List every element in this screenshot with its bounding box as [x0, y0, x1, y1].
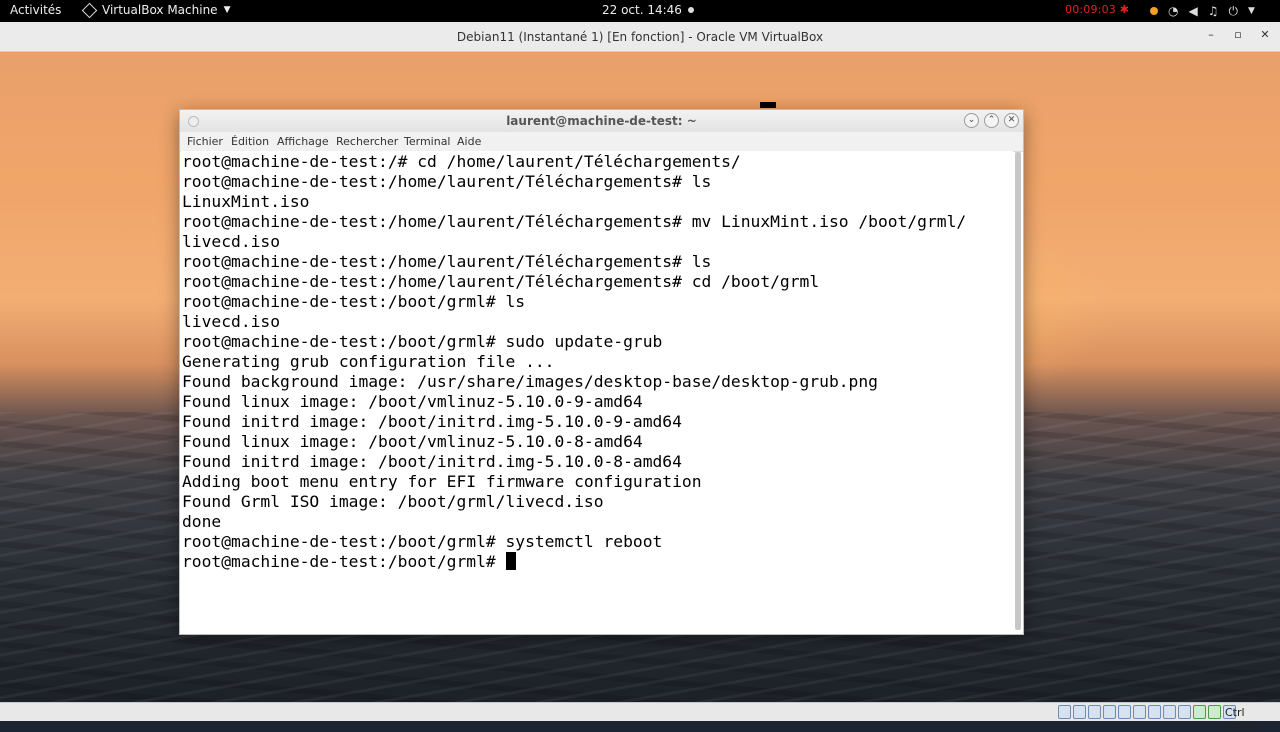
- terminal-line: root@machine-de-test:/home/laurent/Téléc…: [182, 172, 712, 191]
- close-button[interactable]: ✕: [1258, 28, 1272, 41]
- power-icon: ⏻: [1228, 4, 1238, 18]
- window-title: Debian11 (Instantané 1) [En fonction] - …: [456, 30, 824, 44]
- terminal-line: livecd.iso: [182, 312, 281, 331]
- terminal-title: laurent@machine-de-test: ~: [506, 114, 697, 128]
- terminal-titlebar[interactable]: laurent@machine-de-test: ~ ⌄ ⌃ ✕: [180, 110, 1023, 133]
- menu-rechercher[interactable]: Rechercher: [336, 135, 398, 148]
- cpu-icon[interactable]: [1178, 705, 1191, 719]
- app-menu-label: VirtualBox Machine: [102, 3, 218, 17]
- mouse-integration-icon[interactable]: [1208, 705, 1221, 719]
- terminal-close-button[interactable]: ✕: [1004, 113, 1019, 128]
- screencast-indicator-icon: [1150, 7, 1158, 15]
- terminal-line: root@machine-de-test:/boot/grml# ls: [182, 292, 526, 311]
- network-adapter-icon[interactable]: [1103, 705, 1116, 719]
- maximize-button[interactable]: ▫: [1231, 28, 1245, 41]
- menu-aide[interactable]: Aide: [457, 135, 481, 148]
- screen-artifact: [760, 102, 776, 108]
- terminal-line: done: [182, 512, 222, 531]
- network-icon: ◔: [1168, 4, 1179, 18]
- virtualbox-titlebar[interactable]: Debian11 (Instantané 1) [En fonction] - …: [0, 22, 1280, 52]
- terminal-menubar: Fichier Édition Affichage Rechercher Ter…: [180, 132, 1023, 152]
- guest-additions-icon[interactable]: [1193, 705, 1206, 719]
- terminal-line: Found initrd image: /boot/initrd.img-5.1…: [182, 452, 682, 471]
- chevron-down-icon: ▼: [1247, 6, 1255, 16]
- terminal-line: root@machine-de-test:/home/laurent/Téléc…: [182, 252, 712, 271]
- terminal-line: root@machine-de-test:/boot/grml# sudo up…: [182, 332, 663, 351]
- virtualbox-statusbar: Ctrl droite: [0, 702, 1280, 732]
- menu-affichage[interactable]: Affichage: [277, 135, 329, 148]
- terminal-maximize-button[interactable]: ⌃: [984, 113, 999, 128]
- menu-fichier[interactable]: Fichier: [187, 135, 223, 148]
- record-icon: ✱: [1119, 3, 1130, 16]
- menu-terminal[interactable]: Terminal: [404, 135, 451, 148]
- terminal-line: root@machine-de-test:/boot/grml# systemc…: [182, 532, 663, 551]
- recording-time: 00:09:03: [1065, 3, 1117, 16]
- terminal-line: Found Grml ISO image: /boot/grml/livecd.…: [182, 492, 604, 511]
- terminal-line: LinuxMint.iso: [182, 192, 310, 211]
- terminal-output[interactable]: root@machine-de-test:/# cd /home/laurent…: [181, 151, 1013, 632]
- usb-icon[interactable]: [1118, 705, 1131, 719]
- host-key-label: Ctrl droite: [1225, 706, 1258, 732]
- optical-drive-icon[interactable]: [1073, 705, 1086, 719]
- video-capture-icon[interactable]: [1163, 705, 1176, 719]
- display-icon[interactable]: [1148, 705, 1161, 719]
- terminal-line: root@machine-de-test:/home/laurent/Téléc…: [182, 212, 967, 231]
- activities-button[interactable]: Activités: [10, 3, 61, 17]
- recording-indicator[interactable]: 00:09:03 ✱: [1065, 3, 1129, 16]
- scrollbar-thumb[interactable]: [1015, 152, 1021, 630]
- app-menu[interactable]: VirtualBox Machine ▼: [81, 2, 231, 18]
- terminal-line: Adding boot menu entry for EFI firmware …: [182, 472, 702, 491]
- menu-edition[interactable]: Édition: [231, 135, 269, 148]
- terminal-line: livecd.iso: [182, 232, 281, 251]
- gnome-top-bar: Activités VirtualBox Machine ▼ 22 oct. 1…: [0, 0, 1280, 22]
- shared-folders-icon[interactable]: [1133, 705, 1146, 719]
- chevron-down-icon: ▼: [223, 5, 231, 15]
- audio-icon[interactable]: [1088, 705, 1101, 719]
- system-tray[interactable]: ◔ ◀ ♫ ⏻ ▼: [1150, 2, 1255, 20]
- microphone-icon: ♫: [1207, 4, 1219, 18]
- terminal-line: Found background image: /usr/share/image…: [182, 372, 878, 391]
- volume-icon: ◀: [1188, 4, 1198, 18]
- device-icons: [1058, 705, 1236, 719]
- terminal-prompt-line[interactable]: root@machine-de-test:/boot/grml#: [182, 552, 517, 572]
- terminal-line: root@machine-de-test:/home/laurent/Téléc…: [182, 272, 820, 291]
- notification-dot-icon: [688, 7, 694, 13]
- terminal-line: Found initrd image: /boot/initrd.img-5.1…: [182, 412, 682, 431]
- hard-disk-icon[interactable]: [1058, 705, 1071, 719]
- terminal-line: Generating grub configuration file ...: [182, 352, 555, 371]
- minimize-button[interactable]: –: [1204, 28, 1218, 41]
- text-cursor: [506, 552, 517, 570]
- terminal-scrollbar[interactable]: [1015, 152, 1021, 630]
- terminal-window[interactable]: laurent@machine-de-test: ~ ⌄ ⌃ ✕ Fichier…: [180, 110, 1023, 634]
- terminal-minimize-button[interactable]: ⌄: [964, 113, 979, 128]
- terminal-prompt: root@machine-de-test:/boot/grml#: [182, 552, 506, 571]
- terminal-line: Found linux image: /boot/vmlinuz-5.10.0-…: [182, 432, 643, 451]
- terminal-line: root@machine-de-test:/# cd /home/laurent…: [182, 152, 741, 171]
- clock[interactable]: 22 oct. 14:46: [602, 3, 682, 17]
- terminal-line: Found linux image: /boot/vmlinuz-5.10.0-…: [182, 392, 643, 411]
- virtualbox-app-icon: [81, 2, 98, 18]
